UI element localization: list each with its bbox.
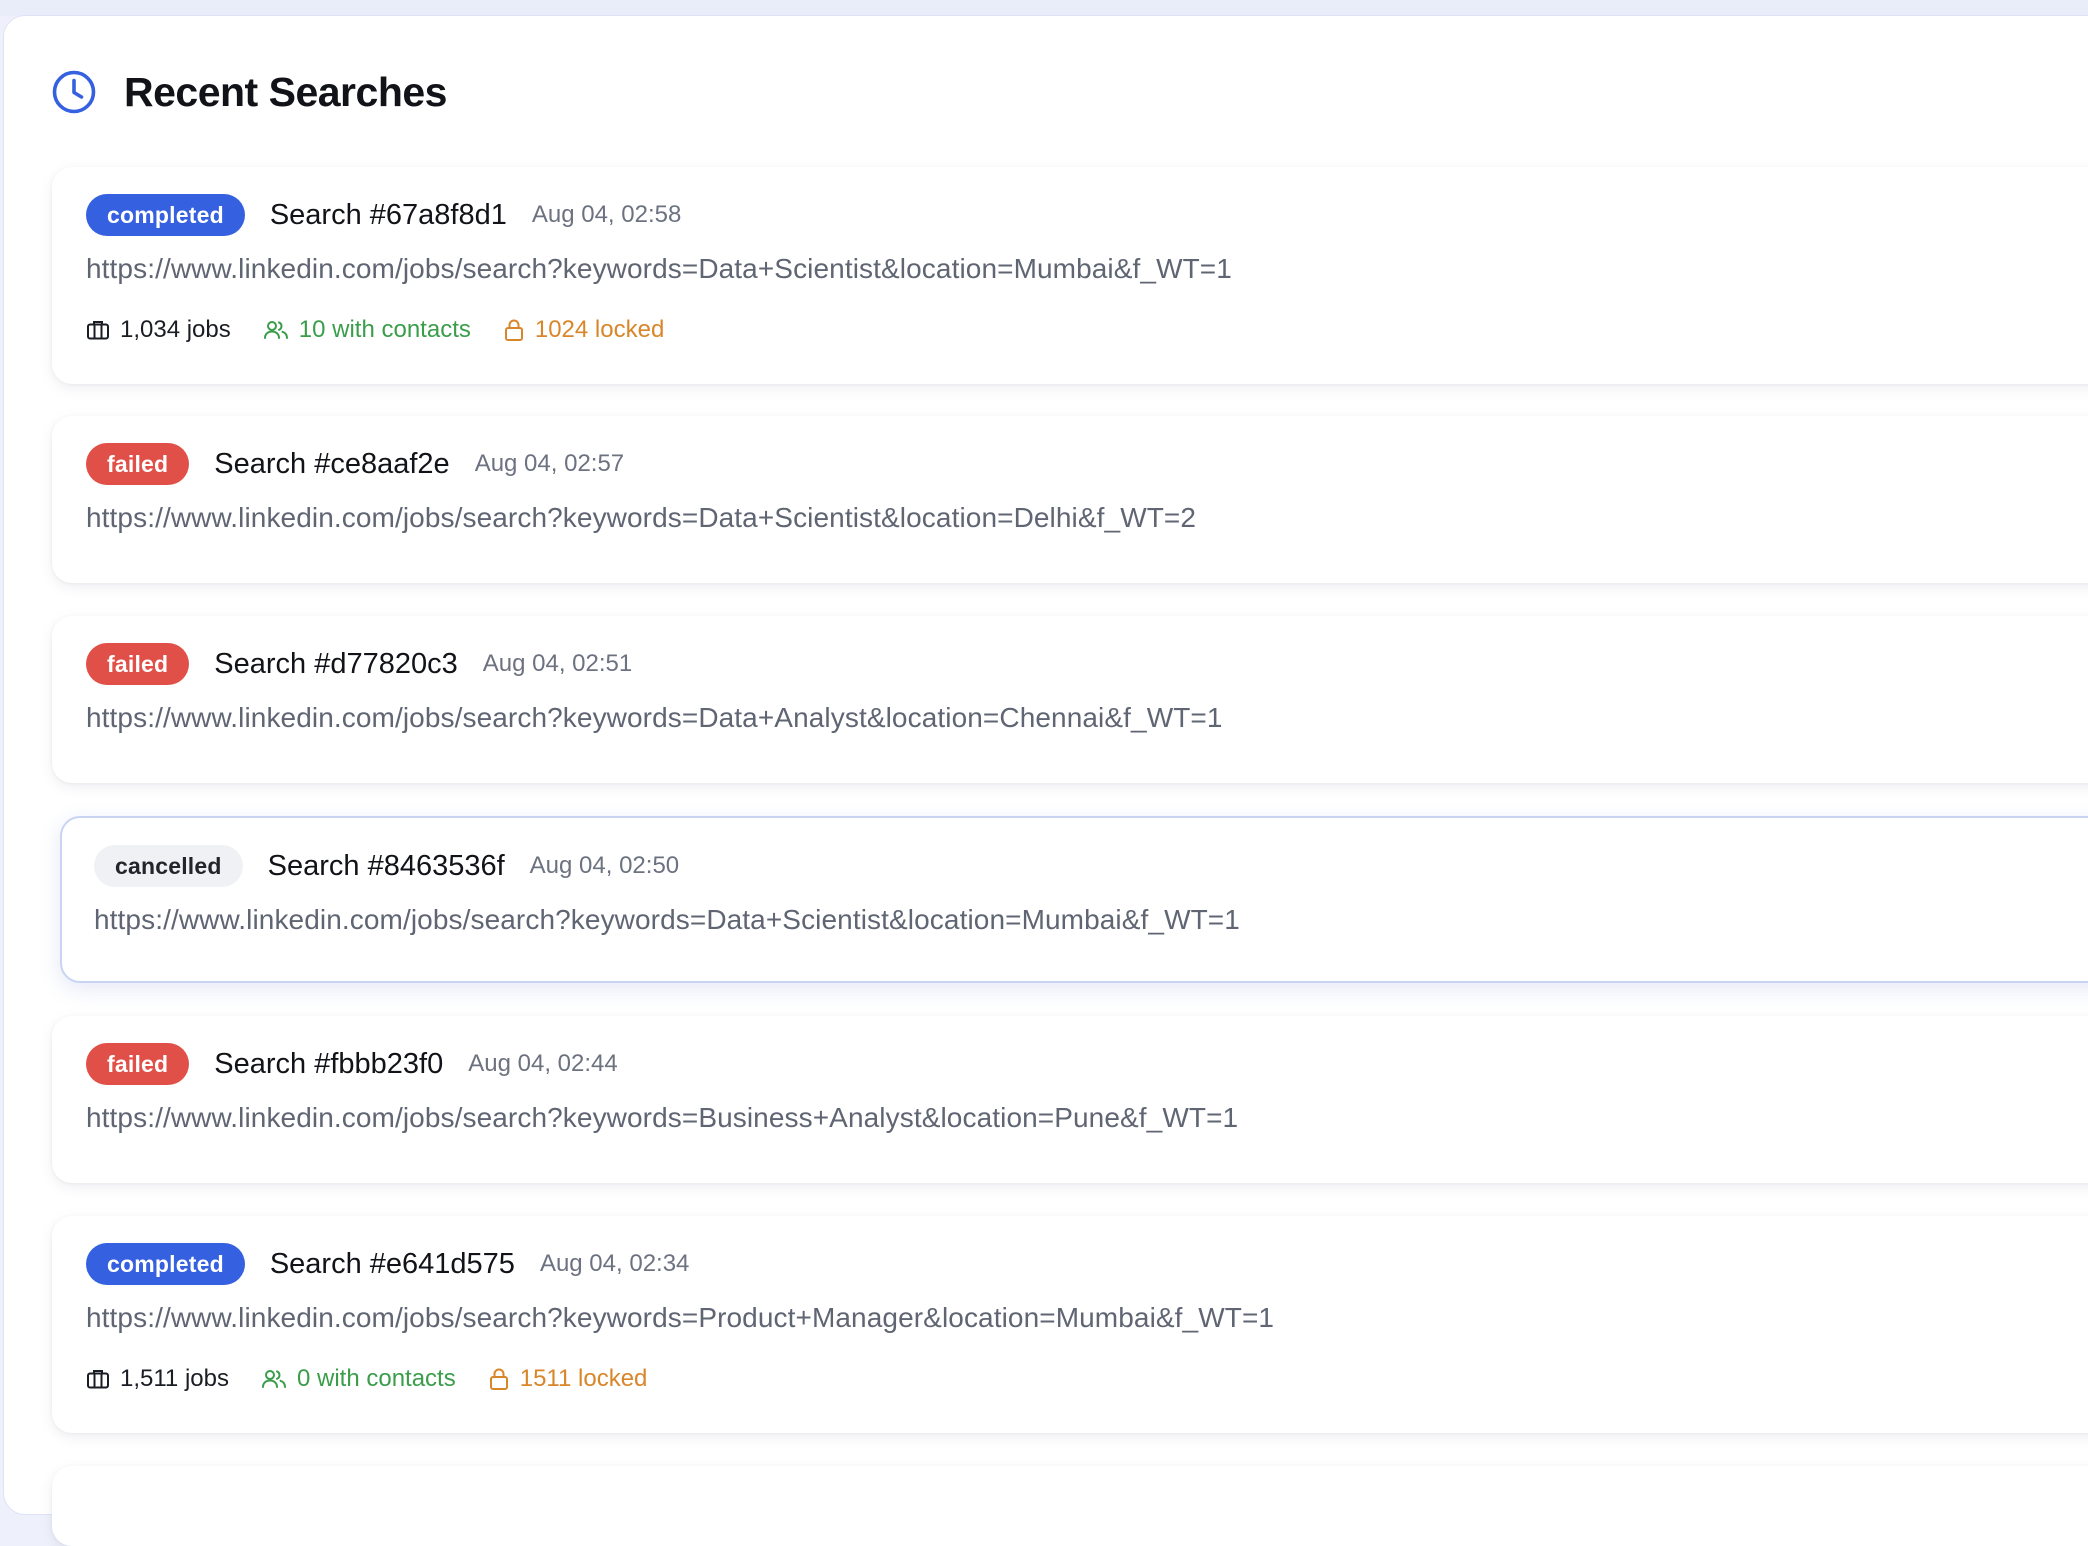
status-badge: failed xyxy=(86,443,190,485)
contacts-count: 0 with contacts xyxy=(296,1365,456,1392)
locked-stat: 1024 locked xyxy=(503,316,664,344)
search-list: completed Search #67a8f8d1 Aug 04, 02:58… xyxy=(0,0,2088,1546)
locked-count: 1024 locked xyxy=(534,316,665,343)
users-icon xyxy=(263,321,288,339)
search-timestamp: Aug 04, 02:51 xyxy=(482,650,633,677)
search-timestamp: Aug 04, 02:50 xyxy=(529,852,680,879)
search-timestamp: Aug 04, 02:44 xyxy=(468,1050,618,1077)
jobs-stat: 1,511 jobs xyxy=(86,1365,229,1393)
search-title: Search #d77820c3 xyxy=(214,647,458,680)
status-badge: cancelled xyxy=(94,845,243,887)
search-timestamp: Aug 04, 02:58 xyxy=(531,201,682,228)
search-timestamp: Aug 04, 02:34 xyxy=(539,1250,690,1277)
search-card[interactable]: failed Search #fbbb23f0 Aug 04, 02:44 ht… xyxy=(52,1016,2088,1183)
status-badge: failed xyxy=(86,1043,190,1085)
search-url: https://www.linkedin.com/jobs/search?key… xyxy=(94,904,1240,935)
search-url: https://www.linkedin.com/jobs/search?key… xyxy=(86,253,1232,284)
jobs-count: 1,034 jobs xyxy=(120,316,231,343)
status-badge: failed xyxy=(86,643,190,685)
search-title: Search #ce8aaf2e xyxy=(214,447,450,480)
search-url: https://www.linkedin.com/jobs/search?key… xyxy=(86,1102,1239,1133)
search-card-selected[interactable]: cancelled Search #8463536f Aug 04, 02:50… xyxy=(60,816,2088,983)
search-title: Search #fbbb23f0 xyxy=(214,1047,444,1080)
lock-icon xyxy=(504,319,523,341)
search-card[interactable]: completed Search #e641d575 Aug 04, 02:34… xyxy=(52,1216,2088,1433)
search-card[interactable] xyxy=(52,1466,2088,1546)
search-title: Search #8463536f xyxy=(267,849,505,882)
search-card[interactable]: completed Search #67a8f8d1 Aug 04, 02:58… xyxy=(52,167,2088,384)
briefcase-icon xyxy=(87,1370,109,1389)
contacts-count: 10 with contacts xyxy=(298,316,471,343)
search-title: Search #67a8f8d1 xyxy=(269,198,507,231)
briefcase-icon xyxy=(87,321,109,340)
search-stats: 1,034 jobs 10 with contacts 1024 locked xyxy=(86,313,664,347)
users-icon xyxy=(261,1370,286,1388)
lock-icon xyxy=(489,1368,508,1390)
search-url: https://www.linkedin.com/jobs/search?key… xyxy=(86,702,1223,733)
locked-count: 1511 locked xyxy=(519,1365,648,1392)
search-card[interactable]: failed Search #d77820c3 Aug 04, 02:51 ht… xyxy=(52,616,2088,783)
jobs-stat: 1,034 jobs xyxy=(86,316,231,344)
contacts-stat: 0 with contacts xyxy=(261,1365,456,1393)
search-stats: 1,511 jobs 0 with contacts 1511 locked xyxy=(86,1362,647,1396)
jobs-count: 1,511 jobs xyxy=(120,1365,229,1392)
contacts-stat: 10 with contacts xyxy=(263,316,471,344)
search-title: Search #e641d575 xyxy=(269,1247,515,1280)
status-badge: completed xyxy=(86,1243,245,1285)
search-timestamp: Aug 04, 02:57 xyxy=(474,450,625,477)
locked-stat: 1511 locked xyxy=(488,1365,648,1393)
search-url: https://www.linkedin.com/jobs/search?key… xyxy=(86,1302,1275,1333)
search-card[interactable]: failed Search #ce8aaf2e Aug 04, 02:57 ht… xyxy=(52,416,2088,583)
search-url: https://www.linkedin.com/jobs/search?key… xyxy=(86,502,1197,533)
status-badge: completed xyxy=(86,194,245,236)
